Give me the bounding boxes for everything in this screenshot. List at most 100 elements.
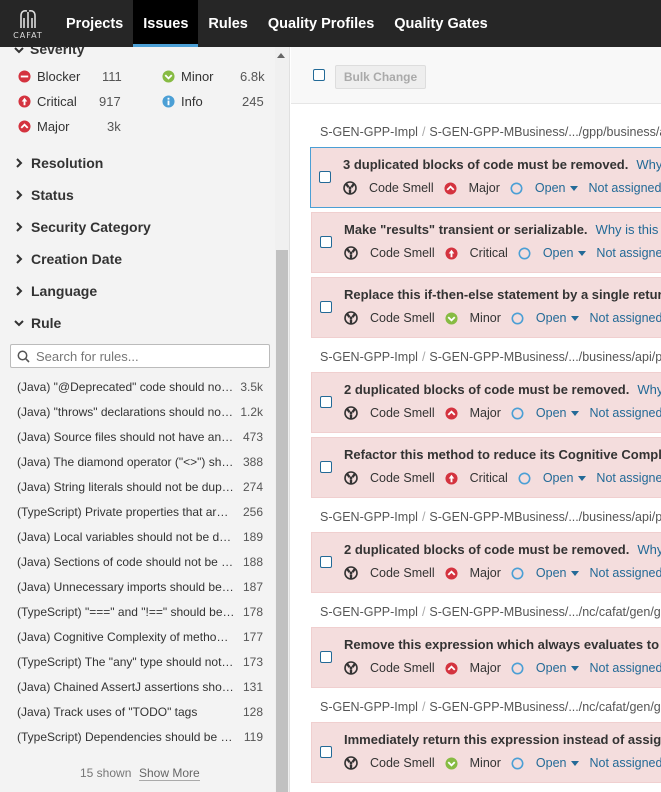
- issue-assignee-dropdown[interactable]: Not assigned: [589, 311, 661, 325]
- sidebar-scrollbar-thumb[interactable]: [276, 250, 288, 792]
- issue-message[interactable]: 3 duplicated blocks of code must be remo…: [343, 157, 661, 172]
- issue-type[interactable]: Code Smell: [344, 311, 435, 325]
- file-path[interactable]: S-GEN-GPP-MBusiness/.../nc/cafat/gen/gpp…: [429, 700, 661, 714]
- component-breadcrumb[interactable]: S-GEN-GPP-Impl / S-GEN-GPP-MBusiness/.../b…: [320, 350, 661, 364]
- issue-message[interactable]: Immediately return this expression inste…: [344, 732, 661, 747]
- issue-severity[interactable]: Minor: [445, 311, 501, 325]
- issue-checkbox[interactable]: [320, 556, 332, 568]
- file-path[interactable]: S-GEN-GPP-MBusiness/.../business/api/par…: [429, 510, 661, 524]
- component-breadcrumb[interactable]: S-GEN-GPP-Impl / S-GEN-GPP-MBusiness/.../g…: [320, 125, 661, 139]
- rule-facet-item[interactable]: (TypeScript) "===" and "!==" should be u…: [17, 601, 265, 623]
- issue-message[interactable]: Make "results" transient or serializable…: [344, 222, 661, 237]
- nav-projects[interactable]: Projects: [56, 0, 133, 47]
- issue-checkbox[interactable]: [320, 236, 332, 248]
- project-name[interactable]: S-GEN-GPP-Impl: [320, 700, 418, 714]
- issue-severity[interactable]: Major: [445, 406, 501, 420]
- scroll-up-arrow-icon[interactable]: [277, 53, 285, 58]
- issue-status-dropdown[interactable]: Open: [518, 471, 587, 485]
- project-name[interactable]: S-GEN-GPP-Impl: [320, 605, 418, 619]
- issue-type[interactable]: Code Smell: [344, 246, 435, 260]
- why-is-this-an-issue-link[interactable]: Why is this an issue?: [637, 382, 661, 397]
- issue-item[interactable]: 3 duplicated blocks of code must be remo…: [310, 147, 661, 208]
- issue-message[interactable]: Remove this expression which always eval…: [344, 637, 661, 652]
- nav-issues[interactable]: Issues: [133, 0, 199, 47]
- nav-rules[interactable]: Rules: [198, 0, 258, 47]
- issue-assignee-dropdown[interactable]: Not assigned: [589, 406, 661, 420]
- issue-type[interactable]: Code Smell: [343, 181, 434, 195]
- project-name[interactable]: S-GEN-GPP-Impl: [320, 350, 418, 364]
- issue-assignee-dropdown[interactable]: Not assigned: [589, 661, 661, 675]
- facet-resolution[interactable]: Resolution: [14, 155, 103, 171]
- project-name[interactable]: S-GEN-GPP-Impl: [320, 125, 418, 139]
- select-all-checkbox[interactable]: [313, 69, 325, 81]
- issue-checkbox[interactable]: [320, 746, 332, 758]
- severity-critical[interactable]: Critical: [18, 94, 77, 109]
- bulk-change-button[interactable]: Bulk Change: [335, 65, 426, 89]
- issue-assignee-dropdown[interactable]: Not assigned: [589, 566, 661, 580]
- issue-status-dropdown[interactable]: Open: [511, 406, 580, 420]
- issue-message[interactable]: Replace this if-then-else statement by a…: [344, 287, 661, 302]
- issue-message-text[interactable]: Remove this expression which always eval…: [344, 637, 661, 652]
- issue-item[interactable]: 2 duplicated blocks of code must be remo…: [311, 532, 661, 593]
- why-is-this-an-issue-link[interactable]: Why is this an issue?: [596, 222, 661, 237]
- rule-facet-item[interactable]: (Java) Sections of code should not be co…: [17, 551, 265, 573]
- issue-checkbox[interactable]: [319, 171, 331, 183]
- issue-severity[interactable]: Major: [445, 661, 501, 675]
- issue-assignee-dropdown[interactable]: Not assigned: [596, 471, 661, 485]
- issue-type[interactable]: Code Smell: [344, 566, 435, 580]
- facet-rule-header[interactable]: Rule: [14, 315, 61, 331]
- rule-facet-item[interactable]: (Java) String literals should not be dup…: [17, 476, 265, 498]
- issue-item[interactable]: 2 duplicated blocks of code must be remo…: [311, 372, 661, 433]
- file-path[interactable]: S-GEN-GPP-MBusiness/.../nc/cafat/gen/gpp…: [429, 605, 661, 619]
- rule-facet-item[interactable]: (TypeScript) Private properties that are…: [17, 501, 265, 523]
- issue-message-text[interactable]: 2 duplicated blocks of code must be remo…: [344, 542, 629, 557]
- issue-checkbox[interactable]: [320, 461, 332, 473]
- file-path[interactable]: S-GEN-GPP-MBusiness/.../business/api/par…: [429, 350, 661, 364]
- rule-facet-item[interactable]: (Java) "throws" declarations should not …: [17, 401, 265, 423]
- issue-severity[interactable]: Major: [445, 566, 501, 580]
- issue-status-dropdown[interactable]: Open: [511, 566, 580, 580]
- file-path[interactable]: S-GEN-GPP-MBusiness/.../gpp/business/api…: [429, 125, 661, 139]
- issue-assignee-dropdown[interactable]: Not assigned: [589, 756, 661, 770]
- issue-status-dropdown[interactable]: Open: [511, 756, 580, 770]
- rule-facet-item[interactable]: (Java) Cognitive Complexity of methods s…: [17, 626, 265, 648]
- project-name[interactable]: S-GEN-GPP-Impl: [320, 510, 418, 524]
- facet-creation-date[interactable]: Creation Date: [14, 251, 122, 267]
- issue-message[interactable]: Refactor this method to reduce its Cogni…: [344, 447, 661, 462]
- issue-message-text[interactable]: Make "results" transient or serializable…: [344, 222, 588, 237]
- nav-quality-profiles[interactable]: Quality Profiles: [258, 0, 384, 47]
- facet-status[interactable]: Status: [14, 187, 74, 203]
- rule-facet-item[interactable]: (Java) Unnecessary imports should be rem…: [17, 576, 265, 598]
- issue-type[interactable]: Code Smell: [344, 661, 435, 675]
- issue-checkbox[interactable]: [320, 651, 332, 663]
- severity-blocker[interactable]: Blocker: [18, 69, 80, 84]
- why-is-this-an-issue-link[interactable]: Why is this an issue?: [637, 542, 661, 557]
- issue-assignee-dropdown[interactable]: Not assigned: [588, 181, 661, 195]
- severity-major[interactable]: Major: [18, 119, 70, 134]
- facet-language[interactable]: Language: [14, 283, 97, 299]
- issue-status-dropdown[interactable]: Open: [510, 181, 579, 195]
- nav-quality-gates[interactable]: Quality Gates: [384, 0, 497, 47]
- rule-search-input[interactable]: [36, 348, 256, 364]
- issue-message-text[interactable]: Immediately return this expression inste…: [344, 732, 661, 747]
- issue-message[interactable]: 2 duplicated blocks of code must be remo…: [344, 382, 661, 397]
- issue-item[interactable]: Immediately return this expression inste…: [311, 722, 661, 783]
- severity-info[interactable]: Info: [162, 94, 203, 109]
- issue-type[interactable]: Code Smell: [344, 471, 435, 485]
- issue-severity[interactable]: Minor: [445, 756, 501, 770]
- issue-item[interactable]: Replace this if-then-else statement by a…: [311, 277, 661, 338]
- issue-checkbox[interactable]: [320, 396, 332, 408]
- issue-assignee-dropdown[interactable]: Not assigned: [596, 246, 661, 260]
- issue-message-text[interactable]: Refactor this method to reduce its Cogni…: [344, 447, 661, 462]
- rule-facet-item[interactable]: (TypeScript) The "any" type should not b…: [17, 651, 265, 673]
- issue-message[interactable]: 2 duplicated blocks of code must be remo…: [344, 542, 661, 557]
- rule-facet-item[interactable]: (Java) The diamond operator ("<>") shoul…: [17, 451, 265, 473]
- issue-severity[interactable]: Critical: [445, 246, 508, 260]
- issue-status-dropdown[interactable]: Open: [511, 661, 580, 675]
- component-breadcrumb[interactable]: S-GEN-GPP-Impl / S-GEN-GPP-MBusiness/.../n…: [320, 605, 661, 619]
- severity-minor[interactable]: Minor: [162, 69, 214, 84]
- issue-item[interactable]: Refactor this method to reduce its Cogni…: [311, 437, 661, 498]
- cafat-logo[interactable]: CAFAT: [0, 0, 56, 47]
- rule-facet-item[interactable]: (Java) Track uses of "TODO" tags 128: [17, 701, 265, 723]
- component-breadcrumb[interactable]: S-GEN-GPP-Impl / S-GEN-GPP-MBusiness/.../b…: [320, 510, 661, 524]
